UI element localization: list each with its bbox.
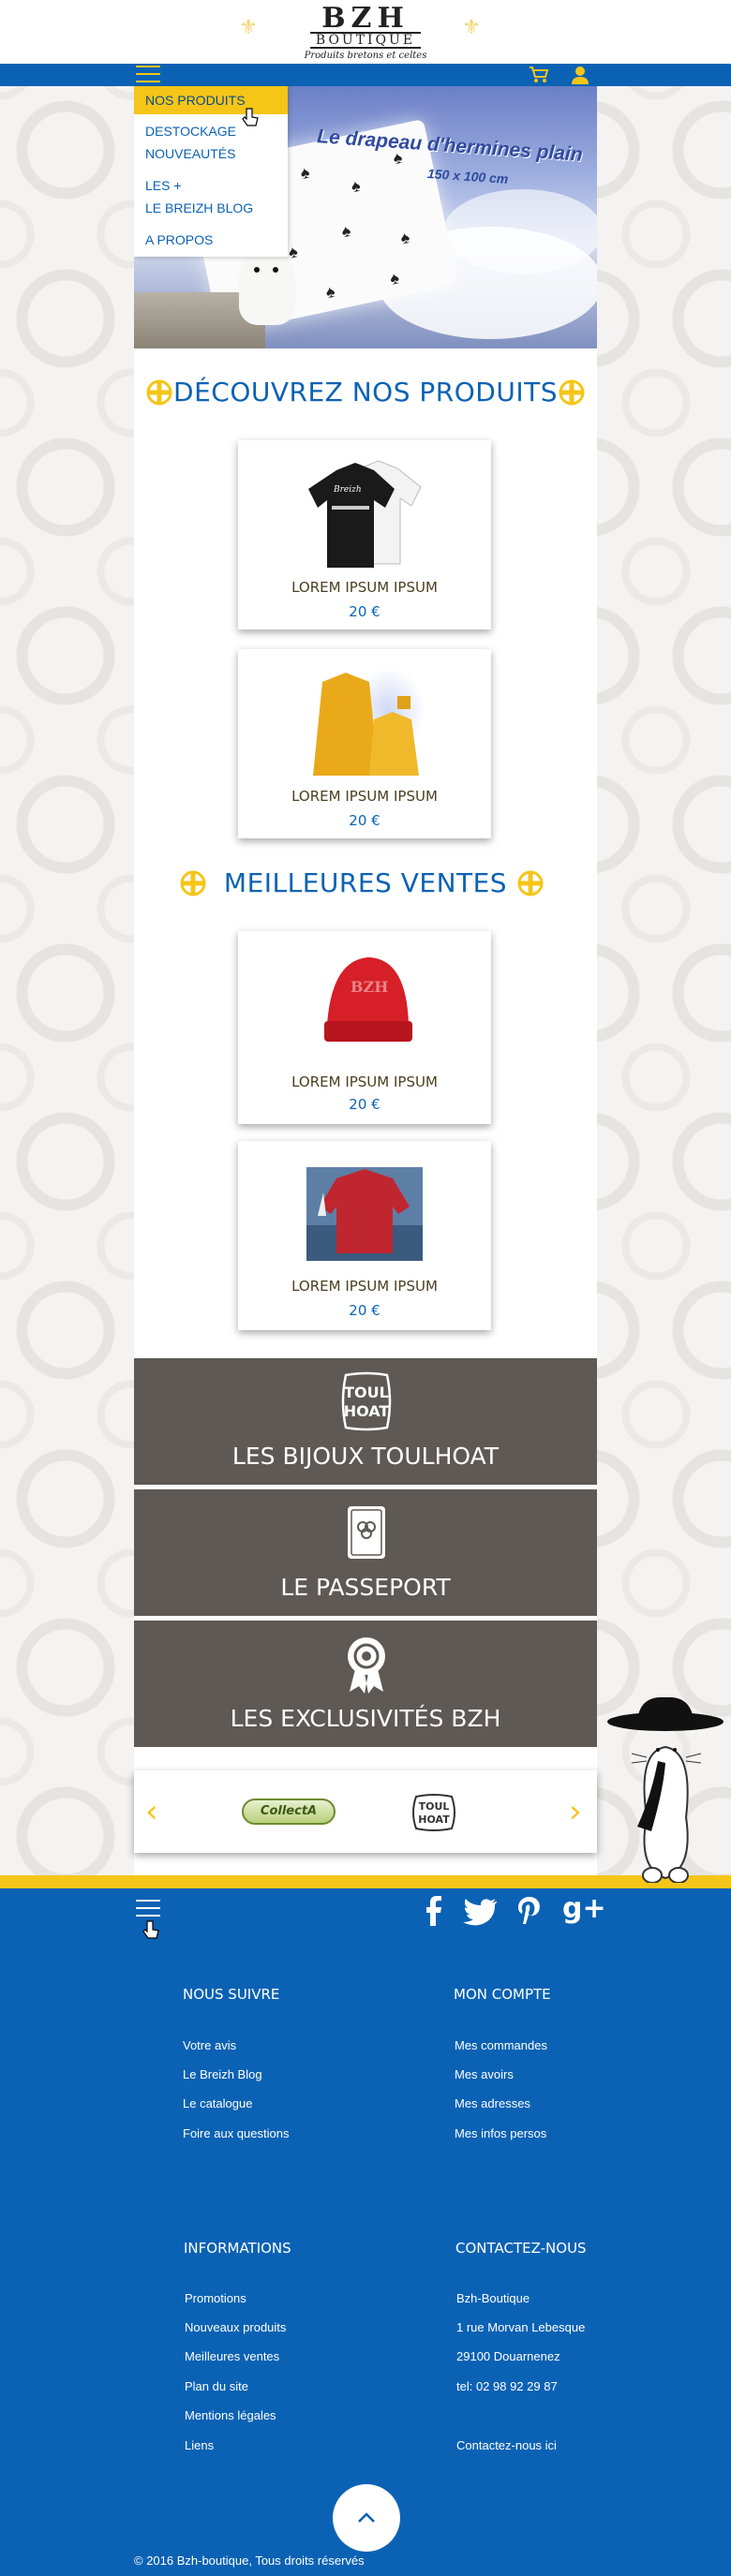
svg-text:BZH: BZH	[351, 978, 388, 996]
toulhoat-logo: TOUL HOAT	[341, 1371, 392, 1431]
section-best-sellers: MEILLEURES VENTES	[134, 867, 597, 898]
section-title-best-sellers: MEILLEURES VENTES	[223, 867, 508, 898]
site-footer: g+ NOUS SUIVRE Votre avis Le Breizh Blog…	[0, 1888, 731, 2576]
ermine-animal-image	[239, 250, 295, 325]
footer-link-votre-avis[interactable]: Votre avis	[183, 2038, 236, 2052]
ermine-ornament-icon: ⚜	[462, 15, 481, 38]
collecta-logo[interactable]: CollectA	[242, 1799, 336, 1825]
product-card[interactable]: BZH LOREM IPSUM IPSUM 20 €	[238, 931, 491, 1124]
site-header: ⚜ BZH BOUTIQUE Produits bretons et celte…	[0, 0, 731, 64]
svg-text:TOUL: TOUL	[419, 1800, 450, 1813]
block-bijoux-toulhoat[interactable]: TOUL HOAT LES BIJOUX TOULHOAT	[134, 1358, 597, 1485]
chevron-up-icon	[358, 2512, 375, 2523]
carousel-next-arrow[interactable]: ›	[569, 1793, 582, 1830]
footer-link-liens[interactable]: Liens	[185, 2438, 214, 2452]
celtic-cross-icon	[146, 379, 172, 406]
scroll-to-top-button[interactable]	[333, 2484, 400, 2552]
cart-icon[interactable]	[529, 66, 549, 84]
user-account-icon[interactable]	[570, 65, 590, 85]
footer-link-mentions-legales[interactable]: Mentions légales	[185, 2408, 276, 2422]
pinterest-icon[interactable]	[517, 1896, 542, 1928]
product-price: 20 €	[349, 1302, 380, 1319]
menu-item-a-propos[interactable]: A PROPOS	[134, 229, 288, 251]
brand-carousel: ‹ CollectA TOUL HOAT ›	[134, 1770, 597, 1853]
product-name: LOREM IPSUM IPSUM	[291, 788, 438, 805]
svg-text:HOAT: HOAT	[418, 1814, 450, 1826]
hero-size: 150 x 100 cm	[426, 166, 509, 186]
footer-title-follow: NOUS SUIVRE	[183, 1986, 280, 2003]
product-price: 20 €	[349, 812, 380, 829]
copyright-text: © 2016 Bzh-boutique, Tous droits réservé…	[134, 2554, 365, 2568]
contact-city: 29100 Douarnenez	[456, 2349, 560, 2363]
logo-main: BZH	[321, 2, 410, 35]
menu-item-nos-produits[interactable]: NOS PRODUITS	[134, 86, 288, 114]
product-image-yellow-raincoat	[313, 668, 425, 776]
footer-link-infos-persos[interactable]: Mes infos persos	[455, 2126, 546, 2140]
logo-sub: BOUTIQUE	[309, 32, 422, 49]
menu-item-les-plus[interactable]: LES +	[134, 174, 288, 197]
contact-company: Bzh-Boutique	[456, 2291, 530, 2305]
product-name: LOREM IPSUM IPSUM	[291, 1073, 438, 1090]
product-price: 20 €	[349, 603, 380, 620]
footer-title-account: MON COMPTE	[454, 1986, 551, 2003]
footer-link-contact[interactable]: Contactez-nous ici	[456, 2438, 557, 2452]
menu-item-breizh-blog[interactable]: LE BREIZH BLOG	[134, 197, 288, 219]
pointer-cursor-icon	[242, 108, 259, 126]
block-label: LE PASSEPORT	[280, 1574, 451, 1601]
footer-link-adresses[interactable]: Mes adresses	[455, 2096, 530, 2110]
product-name: LOREM IPSUM IPSUM	[291, 579, 438, 596]
footer-link-nouveaux-produits[interactable]: Nouveaux produits	[185, 2320, 286, 2334]
top-nav-bar	[0, 64, 731, 86]
svg-text:TOUL: TOUL	[344, 1384, 389, 1401]
product-image-red-beanie: BZH	[324, 957, 412, 1042]
footer-title-contact: CONTACTEZ-NOUS	[455, 2240, 587, 2257]
product-price: 20 €	[349, 1096, 380, 1113]
toulhoat-brand-logo[interactable]: TOUL HOAT	[410, 1793, 457, 1832]
contact-street: 1 rue Morvan Lebesque	[456, 2320, 586, 2334]
footer-link-commandes[interactable]: Mes commandes	[455, 2038, 547, 2052]
product-card[interactable]: LOREM IPSUM IPSUM 20 €	[238, 649, 491, 838]
award-ribbon-icon	[348, 1637, 385, 1694]
mascot-ermine-hat	[607, 1696, 724, 1883]
footer-link-promotions[interactable]: Promotions	[185, 2291, 246, 2305]
facebook-icon[interactable]	[424, 1896, 442, 1926]
google-plus-icon[interactable]: g+	[562, 1892, 606, 1925]
ermine-ornament-icon: ⚜	[239, 15, 258, 38]
product-image-black-polo: Breizh	[308, 460, 422, 568]
product-card[interactable]: Breizh LOREM IPSUM IPSUM 20 €	[238, 440, 491, 629]
section-discover: DÉCOUVREZ NOS PRODUITS	[134, 377, 597, 407]
celtic-cross-icon	[517, 870, 544, 896]
footer-link-catalogue[interactable]: Le catalogue	[183, 2096, 252, 2110]
footer-title-info: INFORMATIONS	[184, 2240, 291, 2257]
footer-link-faq[interactable]: Foire aux questions	[183, 2126, 289, 2140]
menu-toggle-icon[interactable]	[136, 66, 160, 84]
footer-link-plan-du-site[interactable]: Plan du site	[185, 2379, 248, 2393]
product-card[interactable]: LOREM IPSUM IPSUM 20 €	[238, 1141, 491, 1330]
celtic-cross-icon	[180, 870, 206, 896]
footer-link-avoirs[interactable]: Mes avoirs	[455, 2067, 514, 2081]
celtic-cross-icon	[559, 379, 585, 406]
site-logo[interactable]: BZH BOUTIQUE Produits bretons et celtes	[286, 2, 445, 62]
main-menu-dropdown: NOS PRODUITS DESTOCKAGE NOUVEAUTÉS LES +…	[134, 86, 288, 257]
product-name: LOREM IPSUM IPSUM	[291, 1278, 438, 1295]
block-exclusivites[interactable]: LES EXCLUSIVITÉS BZH	[134, 1621, 597, 1747]
svg-text:Breizh: Breizh	[333, 485, 362, 495]
block-label: LES EXCLUSIVITÉS BZH	[230, 1705, 501, 1732]
section-title-discover: DÉCOUVREZ NOS PRODUITS	[173, 377, 558, 407]
twitter-icon[interactable]	[463, 1898, 497, 1926]
footer-link-breizh-blog[interactable]: Le Breizh Blog	[183, 2067, 262, 2081]
footer-menu-toggle-icon[interactable]	[136, 1900, 160, 1918]
menu-item-destockage[interactable]: DESTOCKAGE	[134, 120, 288, 142]
svg-text:HOAT: HOAT	[344, 1402, 390, 1420]
contact-phone: tel: 02 98 92 29 87	[456, 2379, 558, 2393]
passport-icon	[348, 1506, 385, 1559]
product-image-red-sweater	[306, 1167, 423, 1261]
menu-item-nouveautes[interactable]: NOUVEAUTÉS	[134, 142, 288, 165]
pointer-cursor-icon	[142, 1920, 159, 1939]
block-label: LES BIJOUX TOULHOAT	[231, 1443, 500, 1470]
footer-link-meilleures-ventes[interactable]: Meilleures ventes	[185, 2349, 279, 2363]
carousel-prev-arrow[interactable]: ‹	[145, 1793, 158, 1830]
logo-tagline: Produits bretons et celtes	[304, 51, 427, 61]
block-passeport[interactable]: LE PASSEPORT	[134, 1489, 597, 1616]
